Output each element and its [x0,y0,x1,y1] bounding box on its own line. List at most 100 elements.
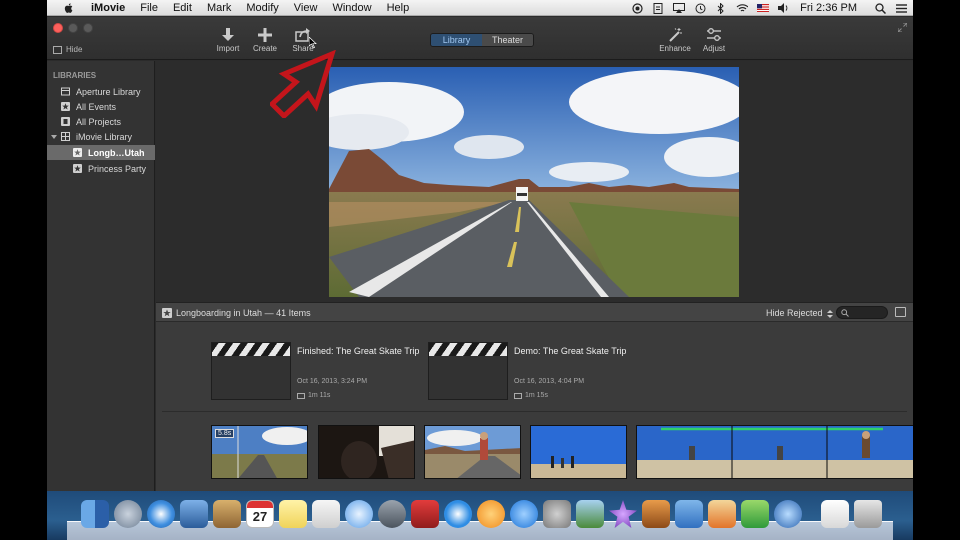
video-clip[interactable] [530,425,627,479]
minimize-window-button[interactable] [68,23,78,33]
volume-icon[interactable] [778,3,790,14]
search-field[interactable] [836,306,888,319]
star-icon [162,308,172,318]
project-length: 1m 15s [525,392,548,399]
event-browser: Longboarding in Utah — 41 Items Hide Rej… [156,302,913,491]
menu-modify[interactable]: Modify [246,2,278,14]
sidebar-item-aperture-library[interactable]: Aperture Library [47,84,155,99]
garageband-icon[interactable] [642,500,670,528]
libraries-header: LIBRARIES [53,71,97,80]
keynote-icon[interactable] [675,500,703,528]
spotlight-icon[interactable] [874,2,886,14]
sidebar-item-princess-party[interactable]: Princess Party [47,161,155,176]
event-title: Longboarding in Utah — 41 Items [176,308,311,318]
app-store-icon[interactable] [510,500,538,528]
tab-library[interactable]: Library [431,34,482,46]
notification-center-icon[interactable] [895,3,907,14]
divider [162,411,907,412]
updown-arrows-icon [826,309,833,318]
photo-booth-icon[interactable] [411,500,439,528]
iphoto-icon[interactable] [576,500,604,528]
import-label: Import [216,44,240,53]
plus-icon [258,28,272,42]
reminders-icon[interactable] [312,500,340,528]
calendar-header [247,501,273,508]
close-window-button[interactable] [53,23,63,33]
menu-help[interactable]: Help [387,2,410,14]
menubar-clock[interactable]: Fri 2:36 PM [800,2,857,14]
menu-file[interactable]: File [140,2,158,14]
hide-libraries-button[interactable]: Hide [53,45,82,54]
project-thumbnail[interactable] [428,342,508,400]
wifi-icon[interactable] [736,3,749,14]
clapperboard-icon [429,343,507,356]
itunes-icon[interactable] [444,500,472,528]
view-options-icon[interactable] [895,307,906,317]
zoom-window-button[interactable] [83,23,93,33]
hide-rejected-dropdown[interactable]: Hide Rejected [766,308,833,318]
fullscreen-icon[interactable] [898,23,907,32]
sidebar-item-label: All Projects [76,116,122,127]
finder-icon[interactable] [81,500,109,528]
project-date: Oct 16, 2013, 3:24 PM [297,378,368,385]
pages-icon[interactable] [708,500,736,528]
sidebar-item-label: Princess Party [88,163,147,174]
video-clip[interactable] [424,425,521,479]
video-clip[interactable]: 5.8s [211,425,308,479]
record-icon[interactable] [631,2,643,14]
film-icon [514,392,522,399]
project-item[interactable]: Finished: The Great Skate Trip Oct 16, 2… [211,342,426,402]
document-status-icon[interactable] [652,2,664,14]
notes-icon[interactable] [279,500,307,528]
launchpad-icon[interactable] [114,500,142,528]
screen: iMovie File Edit Mark Modify View Window… [47,0,913,540]
sidebar-item-imovie-library[interactable]: iMovie Library [47,129,155,144]
sidebar-item-all-projects[interactable]: All Projects [47,114,155,129]
us-flag-icon[interactable] [757,3,770,14]
enhance-button[interactable]: Enhance [657,28,693,53]
menu-mark[interactable]: Mark [207,2,231,14]
project-title: Finished: The Great Skate Trip [297,346,420,356]
calendar-day: 27 [252,509,268,524]
magic-wand-icon [669,28,682,42]
filter-label: Hide Rejected [766,308,823,318]
mail-icon[interactable] [180,500,208,528]
quicktime-icon[interactable] [774,500,802,528]
sidebar-item-all-events[interactable]: All Events [47,99,155,114]
facetime-icon[interactable] [378,500,406,528]
messages-icon[interactable] [345,500,373,528]
disclosure-triangle-icon[interactable] [51,134,57,140]
ibooks-icon[interactable] [477,500,505,528]
project-thumbnail[interactable] [211,342,291,400]
star-icon [73,148,82,157]
bluetooth-icon[interactable] [715,2,727,14]
trash-icon[interactable] [854,500,882,528]
sidebar-item-label: iMovie Library [76,131,133,142]
video-clip-filmstrip[interactable] [636,425,913,479]
calendar-icon[interactable]: 27 [246,500,274,528]
sliders-icon [707,28,721,41]
import-button[interactable]: Import [210,28,246,53]
video-clip[interactable] [318,425,415,479]
menu-app-name[interactable]: iMovie [91,2,125,14]
numbers-icon[interactable] [741,500,769,528]
clip-duration-badge: 5.8s [215,429,235,438]
sidebar-toggle-icon [53,45,62,54]
import-arrow-icon [222,28,234,41]
safari-icon[interactable] [147,500,175,528]
video-preview[interactable] [329,67,739,297]
project-item[interactable]: Demo: The Great Skate Trip Oct 16, 2013,… [428,342,643,402]
menu-window[interactable]: Window [332,2,371,14]
adjust-button[interactable]: Adjust [696,28,732,53]
document-icon[interactable] [821,500,849,528]
menu-edit[interactable]: Edit [173,2,192,14]
airplay-icon[interactable] [673,3,686,14]
project-date: Oct 16, 2013, 4:04 PM [514,378,585,385]
menu-view[interactable]: View [294,2,318,14]
time-machine-icon[interactable] [694,3,706,14]
sidebar-item-longboarding-utah[interactable]: Longb…Utah [47,145,155,160]
tab-theater[interactable]: Theater [482,34,533,46]
system-preferences-icon[interactable] [543,500,571,528]
apple-menu-icon[interactable] [61,2,77,14]
contacts-icon[interactable] [213,500,241,528]
